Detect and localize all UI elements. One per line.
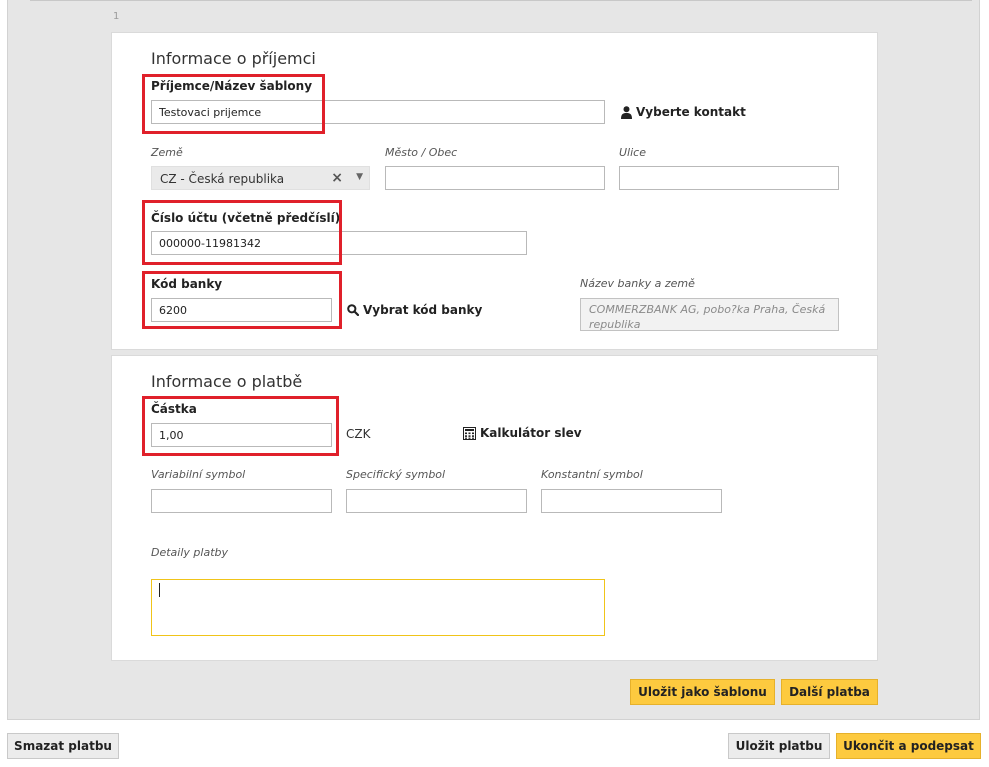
recipient-name-input[interactable] <box>151 100 605 124</box>
variable-symbol-label: Variabilní symbol <box>151 468 246 481</box>
select-bank-code-link[interactable]: Vybrat kód banky <box>347 303 482 317</box>
payment-details-textarea[interactable] <box>151 579 605 636</box>
select-contact-link[interactable]: Vyberte kontakt <box>621 105 746 119</box>
account-number-label: Číslo účtu (včetně předčíslí) <box>151 211 341 225</box>
payment-form-frame: 1 Informace o příjemci Příjemce/Název ša… <box>7 0 980 720</box>
payment-heading: Informace o platbě <box>151 372 303 391</box>
city-label: Město / Obec <box>385 146 458 159</box>
currency-label: CZK <box>346 427 371 441</box>
payment-panel: Informace o platbě Částka CZK Kalkulátor… <box>111 355 878 661</box>
next-payment-button[interactable]: Další platba <box>781 679 878 705</box>
calculator-icon <box>463 426 476 440</box>
city-input[interactable] <box>385 166 605 190</box>
constant-symbol-label: Konstantní symbol <box>541 468 643 481</box>
account-number-input[interactable] <box>151 231 527 255</box>
discount-calculator-label: Kalkulátor slev <box>480 426 582 440</box>
variable-symbol-input[interactable] <box>151 489 332 513</box>
save-template-button[interactable]: Uložit jako šablonu <box>630 679 775 705</box>
country-select[interactable]: CZ - Česká republika × ▼ <box>151 166 370 190</box>
constant-symbol-input[interactable] <box>541 489 722 513</box>
select-contact-label: Vyberte kontakt <box>636 105 746 119</box>
select-bank-code-label: Vybrat kód banky <box>363 303 483 317</box>
chevron-down-icon[interactable]: ▼ <box>356 172 363 182</box>
step-number: 1 <box>113 11 120 22</box>
recipient-name-label: Příjemce/Název šablony <box>151 79 313 93</box>
amount-input[interactable] <box>151 423 332 447</box>
finish-and-sign-button[interactable]: Ukončit a podepsat <box>836 733 981 759</box>
user-icon <box>621 105 632 119</box>
top-divider <box>30 0 972 1</box>
bank-code-input[interactable] <box>151 298 332 322</box>
country-value: CZ - Česká republika <box>160 172 285 186</box>
clear-icon[interactable]: × <box>331 170 343 186</box>
street-input[interactable] <box>619 166 839 190</box>
specific-symbol-label: Specifický symbol <box>346 468 446 481</box>
bank-name-field: COMMERZBANK AG, pobo?ka Praha, Česká rep… <box>580 298 839 331</box>
bank-code-label: Kód banky <box>151 277 223 291</box>
search-icon <box>347 304 359 316</box>
country-label: Země <box>151 146 183 159</box>
recipient-heading: Informace o příjemci <box>151 49 316 68</box>
recipient-panel: Informace o příjemci Příjemce/Název šabl… <box>111 32 878 350</box>
specific-symbol-input[interactable] <box>346 489 527 513</box>
amount-label: Částka <box>151 402 197 416</box>
bank-name-label: Název banky a země <box>580 277 695 290</box>
street-label: Ulice <box>619 146 646 159</box>
delete-payment-button[interactable]: Smazat platbu <box>7 733 119 759</box>
save-payment-button[interactable]: Uložit platbu <box>728 733 830 759</box>
payment-details-label: Detaily platby <box>151 546 228 559</box>
text-caret <box>159 583 160 597</box>
discount-calculator-link[interactable]: Kalkulátor slev <box>463 426 582 440</box>
